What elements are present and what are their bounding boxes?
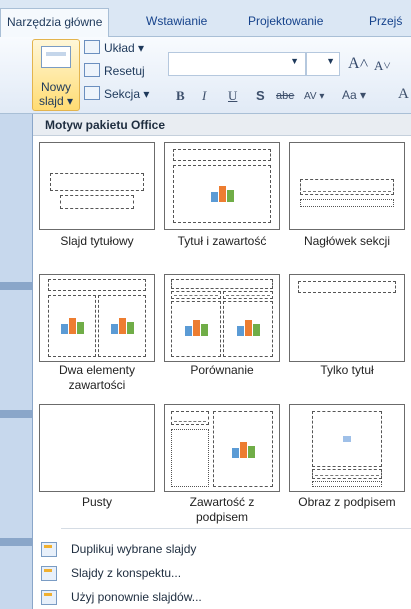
character-spacing-button[interactable]: AV ▾ xyxy=(304,91,324,102)
font-size-select[interactable]: ▼ xyxy=(306,52,340,76)
subtitle-placeholder xyxy=(60,195,134,209)
reset-label: Resetuj xyxy=(104,64,145,78)
content-placeholder xyxy=(213,411,273,487)
title-placeholder xyxy=(173,149,271,161)
layout-label: Układ ▾ xyxy=(104,41,145,55)
layout-title-content[interactable] xyxy=(164,142,280,230)
layout-caption: Porównanie xyxy=(190,363,254,377)
text-placeholder xyxy=(300,199,394,207)
slides-from-outline-item[interactable]: Slajdy z konspektu... xyxy=(33,562,411,584)
new-slide-label-line1: Nowy xyxy=(40,80,71,94)
chevron-down-icon: ▼ xyxy=(290,56,299,66)
change-case-button[interactable]: Aa ▾ xyxy=(342,88,366,102)
content-placeholder xyxy=(48,295,96,357)
layout-content-caption[interactable] xyxy=(164,404,280,492)
new-slide-label: Nowy slajd ▾ xyxy=(33,80,79,108)
layout-title-slide[interactable] xyxy=(39,142,155,230)
title-placeholder xyxy=(300,179,394,195)
layout-blank[interactable] xyxy=(39,404,155,492)
text-placeholder xyxy=(171,429,209,487)
title-placeholder xyxy=(50,173,144,191)
title-placeholder xyxy=(312,469,382,479)
layout-icon xyxy=(84,40,100,54)
content-placeholder xyxy=(223,301,273,357)
italic-button[interactable]: I xyxy=(202,88,206,104)
text-placeholder xyxy=(312,481,382,487)
layout-caption: Zawartość z podpisem xyxy=(189,495,255,524)
title-placeholder xyxy=(171,411,209,425)
layout-caption: Nagłówek sekcji xyxy=(303,234,391,248)
duplicate-slides-item[interactable]: Duplikuj wybrane slajdy xyxy=(33,538,411,560)
chevron-down-icon: ▼ xyxy=(326,56,335,66)
reset-icon xyxy=(84,63,100,77)
tab-home[interactable]: Narzędzia główne xyxy=(0,8,110,37)
strikethrough-button[interactable]: abe xyxy=(276,90,294,102)
title-placeholder xyxy=(171,279,273,289)
content-placeholder xyxy=(173,165,271,223)
tab-design[interactable]: Projektowanie xyxy=(248,8,323,36)
font-name-select[interactable]: ▼ xyxy=(168,52,306,76)
layout-section-header[interactable] xyxy=(289,142,405,230)
layout-picture-caption[interactable] xyxy=(289,404,405,492)
layout-caption: Tylko tytuł xyxy=(320,363,374,377)
slide-pane-edge xyxy=(0,114,32,609)
menu-separator xyxy=(61,528,411,529)
new-slide-gallery: Motyw pakietu Office Slajd tytułowy Tytu… xyxy=(32,114,411,609)
menu-label: Duplikuj wybrane slajdy xyxy=(71,542,197,556)
title-placeholder xyxy=(298,281,396,293)
shrink-font-button[interactable]: A˅ xyxy=(374,58,391,74)
outline-icon xyxy=(41,566,57,581)
section-icon xyxy=(84,86,100,100)
grow-font-button[interactable]: A˄ xyxy=(348,55,369,73)
content-icon xyxy=(211,184,235,202)
section-button[interactable]: Sekcja ▾ xyxy=(84,84,149,104)
slide-pane-marker xyxy=(0,538,32,546)
layout-title-only[interactable] xyxy=(289,274,405,362)
tab-insert[interactable]: Wstawianie xyxy=(146,8,207,36)
layout-button[interactable]: Układ ▾ xyxy=(84,38,144,58)
layout-caption: Dwa elementy zawartości xyxy=(58,363,136,392)
heading-placeholder xyxy=(223,291,273,299)
layout-caption: Obraz z podpisem xyxy=(298,495,396,509)
reuse-icon xyxy=(41,590,57,605)
content-placeholder xyxy=(171,301,221,357)
ribbon-tabs: Narzędzia główne Wstawianie Projektowani… xyxy=(0,0,411,37)
picture-icon xyxy=(343,436,351,442)
content-placeholder xyxy=(98,295,146,357)
content-icon xyxy=(111,316,135,334)
ribbon: Nowy slajd ▾ Układ ▾ Resetuj Sekcja ▾ ▼ … xyxy=(0,37,411,114)
slide-pane-marker xyxy=(0,410,32,418)
duplicate-icon xyxy=(41,542,57,557)
content-icon xyxy=(237,318,261,336)
content-icon xyxy=(61,316,85,334)
reuse-slides-item[interactable]: Użyj ponownie slajdów... xyxy=(33,586,411,608)
shadow-button[interactable]: S xyxy=(256,88,265,103)
gallery-header: Motyw pakietu Office xyxy=(33,114,411,136)
picture-placeholder xyxy=(312,411,382,467)
font-color-button[interactable]: A xyxy=(398,86,409,103)
new-slide-icon xyxy=(41,46,71,68)
content-icon xyxy=(185,318,209,336)
underline-button[interactable]: U xyxy=(228,88,237,104)
menu-label: Użyj ponownie slajdów... xyxy=(71,590,202,604)
reset-button[interactable]: Resetuj xyxy=(84,61,145,81)
layout-caption: Pusty xyxy=(81,495,112,509)
layout-caption: Tytuł i zawartość xyxy=(177,234,267,248)
new-slide-button[interactable]: Nowy slajd ▾ xyxy=(32,39,80,111)
layout-comparison[interactable] xyxy=(164,274,280,362)
tab-transitions[interactable]: Przejś xyxy=(369,8,402,36)
new-slide-label-line2: slajd ▾ xyxy=(38,94,74,108)
layout-two-content[interactable] xyxy=(39,274,155,362)
content-icon xyxy=(232,440,256,458)
layout-caption: Slajd tytułowy xyxy=(60,234,134,248)
heading-placeholder xyxy=(171,291,221,299)
title-placeholder xyxy=(48,279,146,291)
section-label: Sekcja ▾ xyxy=(104,87,150,101)
menu-label: Slajdy z konspektu... xyxy=(71,566,182,580)
bold-button[interactable]: B xyxy=(176,88,185,104)
slide-pane-marker xyxy=(0,282,32,290)
